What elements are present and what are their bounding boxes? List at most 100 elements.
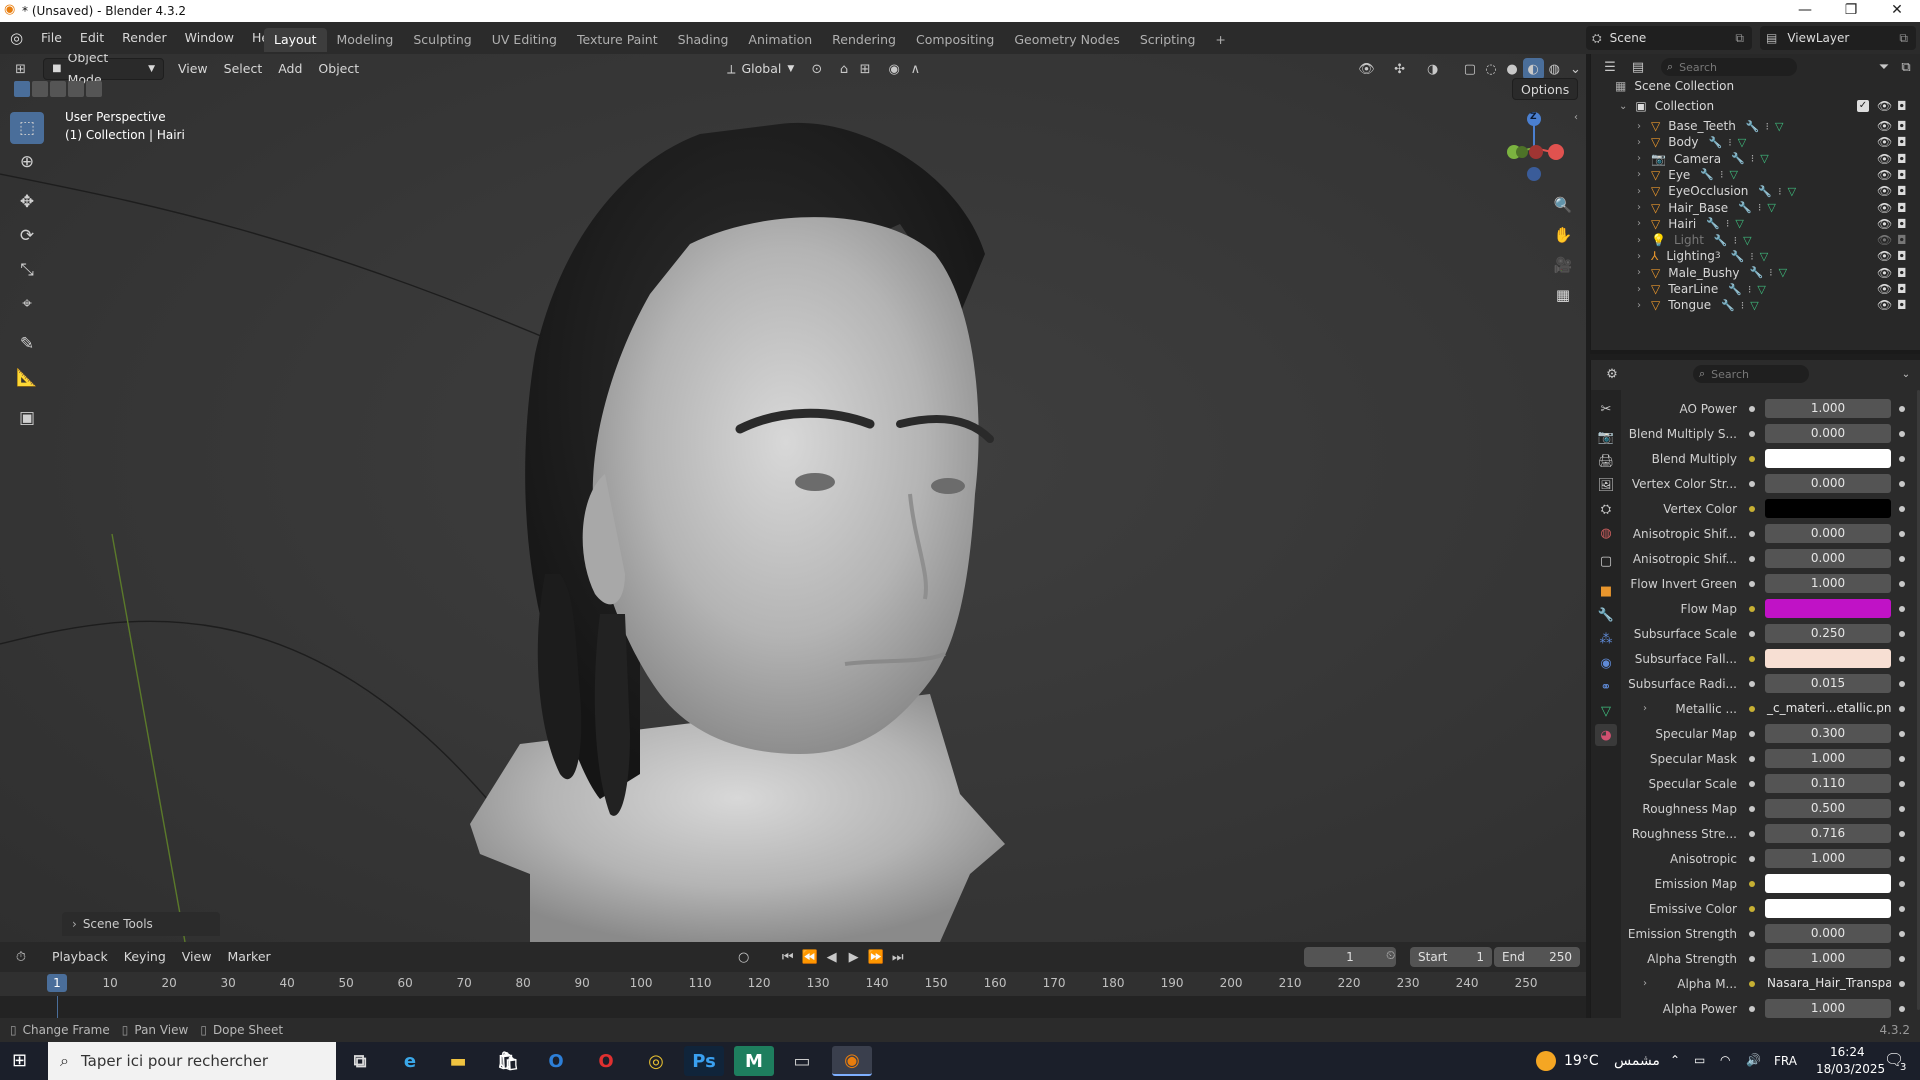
keyframe-dot-icon[interactable] [1899,405,1905,412]
zoom-icon[interactable]: 🔍 [1549,191,1577,219]
value-field[interactable]: 0.110 [1765,774,1891,793]
proportional-edit-icon[interactable]: ◉ [884,58,905,80]
select-extend-icon[interactable] [32,81,48,97]
eye-icon[interactable]: 👁 [1877,119,1892,133]
socket-dot-icon[interactable] [1745,627,1759,641]
chevron-right-icon[interactable]: › [1637,121,1641,132]
keyframe-dot-icon[interactable] [1899,930,1905,937]
keyframe-dot-icon[interactable] [1899,780,1905,787]
socket-dot-icon[interactable] [1745,877,1759,891]
menu-window[interactable]: Window [176,27,243,49]
store-icon[interactable]: 🛍 [488,1046,528,1076]
physics-tab-icon[interactable]: ◉ [1595,652,1617,674]
menu-select[interactable]: Select [216,58,271,80]
socket-dot-icon[interactable] [1745,477,1759,491]
photoshop-icon[interactable]: Ps [684,1046,724,1076]
mesh-data-icon[interactable]: ▽ [1775,120,1783,133]
socket-dot-icon[interactable] [1745,602,1759,616]
select-new-icon[interactable] [14,81,30,97]
value-field[interactable]: 1.000 [1765,749,1891,768]
measure-tool-icon[interactable]: 📐 [10,362,44,394]
chevron-right-icon[interactable]: › [1637,284,1641,295]
object-tab-icon[interactable]: ■ [1595,580,1617,602]
value-field[interactable]: 0.300 [1765,724,1891,743]
pan-hand-icon[interactable]: ✋ [1549,221,1577,249]
select-subtract-icon[interactable] [50,81,66,97]
volume-icon[interactable]: 🔊 [1746,1053,1761,1067]
modifier-icon[interactable]: 🔧 [1758,185,1772,198]
keyframe-dot-icon[interactable] [1899,880,1905,887]
mesh-data-icon[interactable]: ▽ [1760,152,1768,165]
texture-field[interactable]: _c_materi...etallic.png [1765,699,1891,718]
windows-start-icon[interactable]: ⊞ [12,1050,27,1071]
value-field[interactable]: 1.000 [1765,849,1891,868]
vertex-groups-icon[interactable]: ⁝ [1778,185,1782,198]
mode-dropdown[interactable]: ■ Object Mode ▼ [43,54,164,87]
eye-icon[interactable]: 👁 [1877,135,1892,149]
mesh-data-icon[interactable]: ▽ [1779,266,1787,279]
texture-field[interactable]: Nasara_Hair_Transpar... [1765,974,1891,993]
chevron-right-icon[interactable]: › [1637,235,1641,246]
properties-editor[interactable]: ⚙ ⌕ Search ⌄ ✂ 📷 🖨 🖼 ⛭ ◍ ▢ ■ 🔧 ⁂ ◉ ⚭ ▽ ◕… [1590,360,1920,1018]
chrome-icon[interactable]: ◎ [636,1046,676,1076]
eye-icon[interactable]: 👁 [1877,99,1892,113]
keyframe-dot-icon[interactable] [1899,1005,1905,1012]
socket-dot-icon[interactable] [1745,677,1759,691]
tab-texture-paint[interactable]: Texture Paint [567,28,668,52]
chevron-right-icon[interactable]: › [1637,202,1641,213]
jump-keyframe-back-icon[interactable]: ⏪ [799,946,821,968]
tab-modeling[interactable]: Modeling [327,28,404,52]
camera-render-icon[interactable]: ◘ [1897,249,1907,263]
jump-start-icon[interactable]: ⏮ [777,946,799,968]
socket-dot-icon[interactable] [1745,802,1759,816]
scene-selector[interactable]: ⛭ Scene ⧉ [1586,26,1752,50]
timer-icon[interactable]: ⏲ [1386,948,1395,963]
menu-keying[interactable]: Keying [116,946,174,968]
wireframe-shading-icon[interactable]: ◌ [1480,58,1501,80]
vertex-groups-icon[interactable]: ⁝ [1766,120,1770,133]
transform-tool-icon[interactable]: ⌖ [10,288,44,320]
gizmo-toggle-icon[interactable]: ✣ [1389,58,1410,80]
properties-editor-icon[interactable]: ⚙ [1601,363,1623,385]
tab-shading[interactable]: Shading [668,28,739,52]
maximize-button[interactable]: ❐ [1828,0,1874,22]
start-frame-field[interactable]: Start 1 [1410,947,1492,967]
keyframe-dot-icon[interactable] [1899,580,1905,587]
vertex-groups-icon[interactable]: ⁝ [1726,217,1730,230]
select-intersect-icon[interactable] [86,81,102,97]
mesh-data-icon[interactable]: ▽ [1788,185,1796,198]
keyframe-dot-icon[interactable] [1899,530,1905,537]
display-mode-icon[interactable]: ▤ [1627,56,1649,78]
modifier-icon[interactable]: 🔧 [1731,152,1745,165]
blender-menu-icon[interactable]: ◎ [10,29,23,47]
keyframe-dot-icon[interactable] [1899,680,1905,687]
menu-object[interactable]: Object [310,58,367,80]
menu-view[interactable]: View [170,58,216,80]
keyframe-dot-icon[interactable] [1899,480,1905,487]
eye-icon[interactable]: 👁 [1877,249,1892,263]
eye-icon[interactable]: 👁 [1877,233,1892,247]
keyframe-dot-icon[interactable] [1899,705,1905,712]
chevron-right-icon[interactable]: › [1637,186,1641,197]
eye-icon[interactable]: 👁 [1877,184,1892,198]
keyframe-dot-icon[interactable] [1899,830,1905,837]
orientation-dropdown[interactable]: ⟂ Global ▼ [719,58,802,80]
output-tab-icon[interactable]: 🖨 [1595,450,1617,472]
camera-render-icon[interactable]: ◘ [1897,217,1907,231]
chevron-right-icon[interactable]: › [1637,153,1641,164]
cursor-tool-icon[interactable]: ⊕ [10,146,44,178]
tab-animation[interactable]: Animation [738,28,822,52]
3d-viewport[interactable]: ⊞ ■ Object Mode ▼ View Select Add Object… [0,54,1586,942]
edge-icon[interactable]: e [390,1046,430,1076]
socket-dot-icon[interactable] [1745,552,1759,566]
chevron-right-icon[interactable]: › [1637,137,1641,148]
menu-file[interactable]: File [32,27,71,49]
constraints-tab-icon[interactable]: ⚭ [1595,676,1617,698]
socket-dot-icon[interactable] [1745,527,1759,541]
options-button[interactable]: Options [1512,78,1579,100]
eye-icon[interactable]: 👁 [1877,266,1892,280]
mesh-data-icon[interactable]: ▽ [1738,136,1746,149]
vertex-groups-icon[interactable]: ⁝ [1741,299,1745,312]
modifier-icon[interactable]: 🔧 [1731,250,1745,263]
camera-render-icon[interactable]: ◘ [1897,298,1907,312]
